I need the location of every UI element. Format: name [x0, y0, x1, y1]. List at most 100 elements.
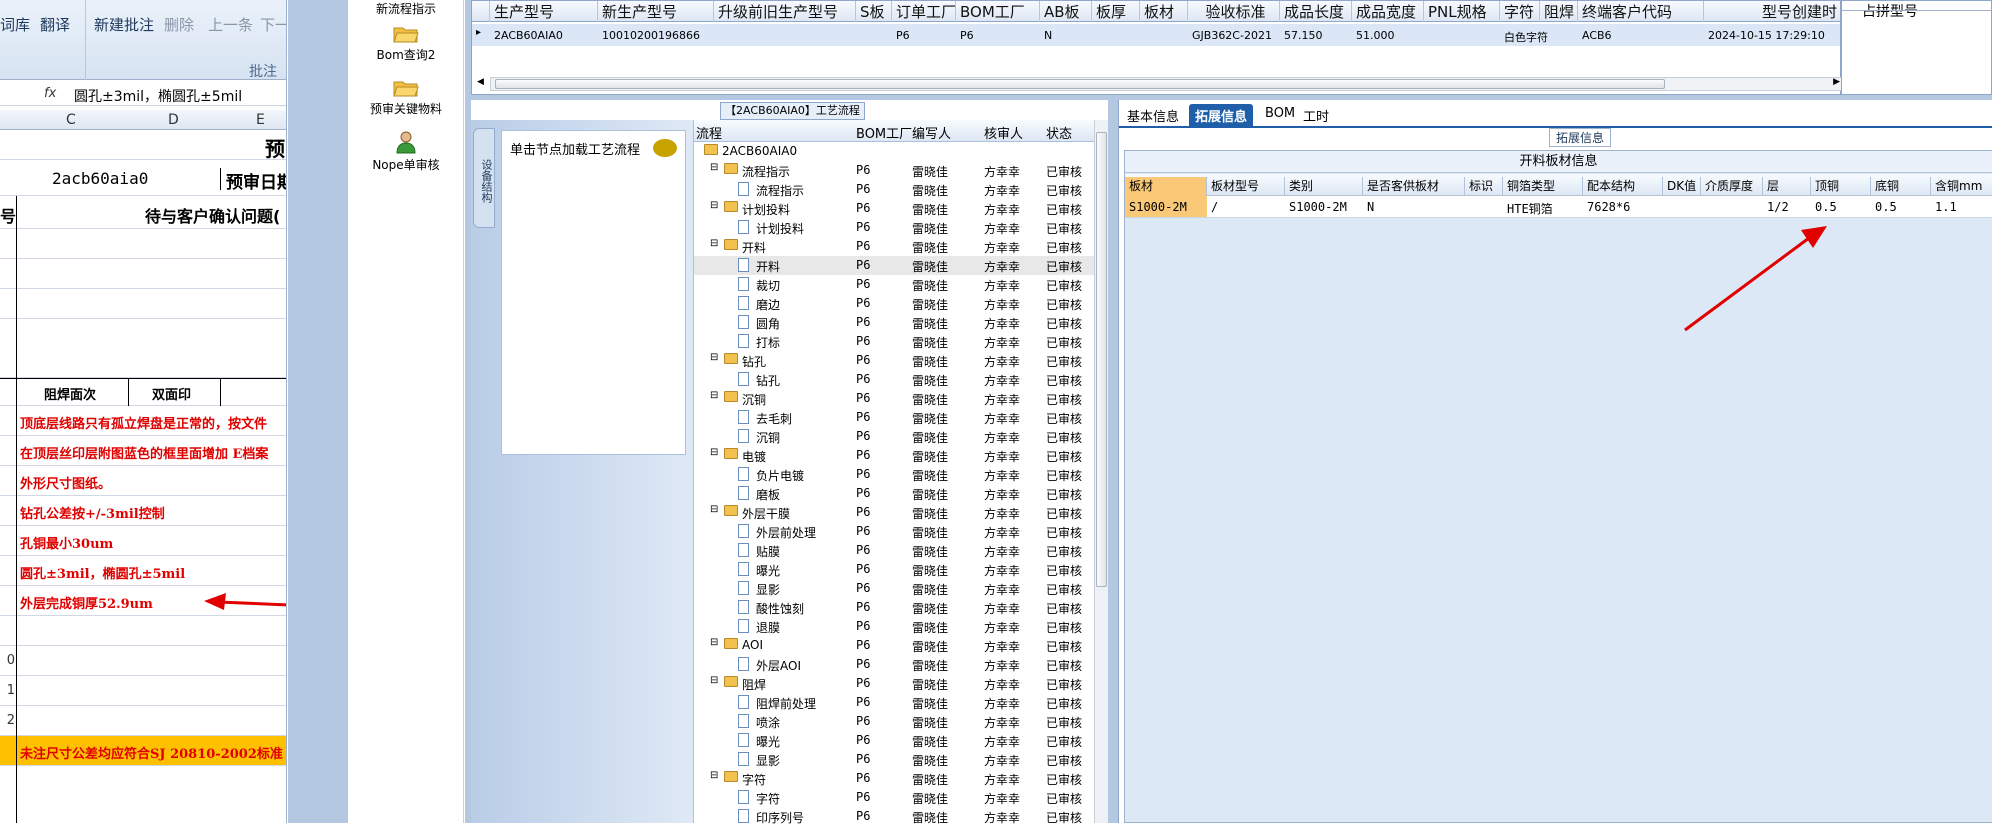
tree-node[interactable]: ⊟ 沉铜 P6 雷晓佳 方幸幸 已审核: [694, 389, 1094, 408]
tree-column-header[interactable]: 核审人: [984, 123, 1023, 142]
grid-cell[interactable]: P6: [960, 29, 974, 42]
horizontal-scrollbar[interactable]: ◀ ▶: [477, 77, 1843, 91]
tree-node[interactable]: 外层AOI P6 雷晓佳 方幸幸 已审核: [694, 655, 1094, 674]
issue-row[interactable]: 孔铜最小30um: [0, 526, 286, 556]
material-cell[interactable]: 0.5: [1815, 200, 1837, 214]
grid-column-header[interactable]: 板厚: [1092, 1, 1140, 22]
material-cell[interactable]: 1.1: [1935, 200, 1957, 214]
issue-text[interactable]: 顶底层线路只有孤立焊盘是正常的，按文件: [20, 413, 267, 432]
issue-row[interactable]: 钻孔公差按+/-3mil控制: [0, 496, 286, 526]
material-column-header[interactable]: 介质厚度: [1701, 177, 1763, 198]
issue-row[interactable]: 外形尺寸图纸。: [0, 466, 286, 496]
row-number[interactable]: [0, 616, 17, 645]
issue-text[interactable]: 外层完成铜厚52.9um: [20, 593, 153, 612]
material-column-header[interactable]: 顶铜: [1811, 177, 1871, 198]
tree-node[interactable]: ⊟ 钻孔 P6 雷晓佳 方幸幸 已审核: [694, 351, 1094, 370]
column-header[interactable]: C: [66, 112, 76, 128]
tree-node[interactable]: ⊟ AOI P6 雷晓佳 方幸幸 已审核: [694, 636, 1094, 655]
tree-column-header[interactable]: 状态: [1046, 123, 1072, 142]
tree-node[interactable]: 钻孔 P6 雷晓佳 方幸幸 已审核: [694, 370, 1094, 389]
grid-cell[interactable]: GJB362C-2021: [1192, 29, 1272, 42]
grid-cell[interactable]: N: [1044, 29, 1052, 42]
issue-row[interactable]: 2: [0, 706, 286, 736]
issue-text[interactable]: 外形尺寸图纸。: [20, 473, 111, 492]
tree-node[interactable]: 曝光 P6 雷晓佳 方幸幸 已审核: [694, 560, 1094, 579]
bom-query-button[interactable]: Bom查询2: [348, 24, 464, 63]
vertical-splitter[interactable]: [1108, 100, 1118, 823]
material-column-header[interactable]: 含铜mm: [1931, 177, 1992, 198]
material-column-header[interactable]: DK值: [1663, 177, 1701, 198]
grid-cell[interactable]: P6: [896, 29, 910, 42]
issue-row[interactable]: 未注尺寸公差均应符合SJ 20810-2002标准: [0, 736, 286, 766]
new-comment-button[interactable]: 新建批注: [94, 14, 154, 35]
material-column-header[interactable]: 是否客供板材: [1363, 177, 1465, 198]
material-column-header[interactable]: 类别: [1285, 177, 1363, 198]
row-number[interactable]: [0, 736, 17, 765]
row-number[interactable]: [0, 586, 17, 615]
tree-node[interactable]: 计划投料 P6 雷晓佳 方幸幸 已审核: [694, 218, 1094, 237]
grid-column-header[interactable]: AB板: [1040, 1, 1092, 22]
material-cell[interactable]: /: [1211, 200, 1218, 214]
tree-node[interactable]: 沉铜 P6 雷晓佳 方幸幸 已审核: [694, 427, 1094, 446]
collapse-icon[interactable]: ⊟: [710, 675, 718, 686]
grid-column-header[interactable]: 生产型号: [490, 1, 598, 22]
issue-text[interactable]: 钻孔公差按+/-3mil控制: [20, 503, 165, 522]
collapse-icon[interactable]: ⊟: [710, 504, 718, 515]
tree-node[interactable]: 2ACB60AIA0: [694, 142, 1094, 161]
collapse-icon[interactable]: ⊟: [710, 770, 718, 781]
row-number[interactable]: [0, 466, 17, 495]
material-cell[interactable]: N: [1367, 200, 1374, 214]
thesaurus-button[interactable]: 词库: [0, 14, 30, 35]
tree-node[interactable]: 磨边 P6 雷晓佳 方幸幸 已审核: [694, 294, 1094, 313]
material-column-header[interactable]: 标识: [1465, 177, 1503, 198]
model-cell[interactable]: 2acb60aia0: [52, 169, 148, 188]
tree-node[interactable]: 曝光 P6 雷晓佳 方幸幸 已审核: [694, 731, 1094, 750]
grid-cell[interactable]: 57.150: [1284, 29, 1323, 42]
grid-column-header[interactable]: PNL规格: [1424, 1, 1500, 22]
grid-column-header[interactable]: S板: [856, 1, 892, 22]
sheet-row[interactable]: 2acb60aia0 预审日期: [0, 160, 286, 196]
collapse-icon[interactable]: ⊟: [710, 162, 718, 173]
scroll-left-icon[interactable]: ◀: [477, 77, 484, 87]
collapse-icon[interactable]: ⊟: [710, 352, 718, 363]
row-number[interactable]: [0, 436, 17, 465]
sheet-row[interactable]: [0, 229, 286, 259]
collapse-icon[interactable]: ⊟: [710, 637, 718, 648]
grid-cell[interactable]: 10010200196866: [602, 29, 700, 42]
grid-cell[interactable]: 2ACB60AIA0: [494, 29, 563, 42]
tree-node[interactable]: 字符 P6 雷晓佳 方幸幸 已审核: [694, 788, 1094, 807]
column-header[interactable]: E: [256, 112, 265, 128]
issue-row[interactable]: 在顶层丝印层附图蓝色的框里面增加 E档案: [0, 436, 286, 466]
sheet-row[interactable]: [0, 319, 286, 378]
material-column-header[interactable]: 铜箔类型: [1503, 177, 1583, 198]
translate-button[interactable]: 翻译: [40, 14, 70, 35]
grid-row-selected[interactable]: ▸ 2ACB60AIA0 10010200196866 P6 P6 N GJB3…: [472, 24, 1840, 46]
grid-cell[interactable]: 51.000: [1356, 29, 1395, 42]
nope-review-button[interactable]: Nope单审核: [348, 130, 464, 173]
tree-node[interactable]: 喷涂 P6 雷晓佳 方幸幸 已审核: [694, 712, 1094, 731]
tree-node[interactable]: 负片电镀 P6 雷晓佳 方幸幸 已审核: [694, 465, 1094, 484]
collapse-icon[interactable]: ⊟: [710, 238, 718, 249]
side-grid-header[interactable]: 占拼型号: [1862, 1, 1918, 21]
collapse-icon[interactable]: ⊟: [710, 447, 718, 458]
material-cell[interactable]: S1000-2M: [1129, 200, 1187, 214]
issue-text[interactable]: 圆孔±3mil，椭圆孔±5mil: [20, 563, 185, 582]
tab-work-hours[interactable]: 工时: [1297, 104, 1335, 127]
material-table-row[interactable]: S1000-2M / S1000-2M N HTE铜箔 7628*6 1/2 0…: [1125, 196, 1992, 218]
formula-bar[interactable]: fx 圆孔±3mil，椭圆孔±5mil: [0, 84, 286, 106]
material-cell[interactable]: HTE铜箔: [1507, 200, 1553, 217]
row-number[interactable]: 0: [0, 646, 17, 675]
tree-node[interactable]: 去毛刺 P6 雷晓佳 方幸幸 已审核: [694, 408, 1094, 427]
row-number[interactable]: 1: [0, 676, 17, 705]
tree-node[interactable]: 圆角 P6 雷晓佳 方幸幸 已审核: [694, 313, 1094, 332]
material-column-header[interactable]: 配本结构: [1583, 177, 1663, 198]
material-cell[interactable]: S1000-2M: [1289, 200, 1347, 214]
column-header[interactable]: D: [168, 112, 179, 128]
tree-node[interactable]: ⊟ 流程指示 P6 雷晓佳 方幸幸 已审核: [694, 161, 1094, 180]
vertical-tab[interactable]: 设备结构: [473, 128, 495, 228]
collapse-icon[interactable]: ⊟: [710, 390, 718, 401]
scrollbar-thumb[interactable]: [1096, 132, 1107, 587]
next-comment-button[interactable]: 下一: [260, 14, 286, 35]
material-column-header[interactable]: 底铜: [1871, 177, 1931, 198]
tree-node[interactable]: 裁切 P6 雷晓佳 方幸幸 已审核: [694, 275, 1094, 294]
